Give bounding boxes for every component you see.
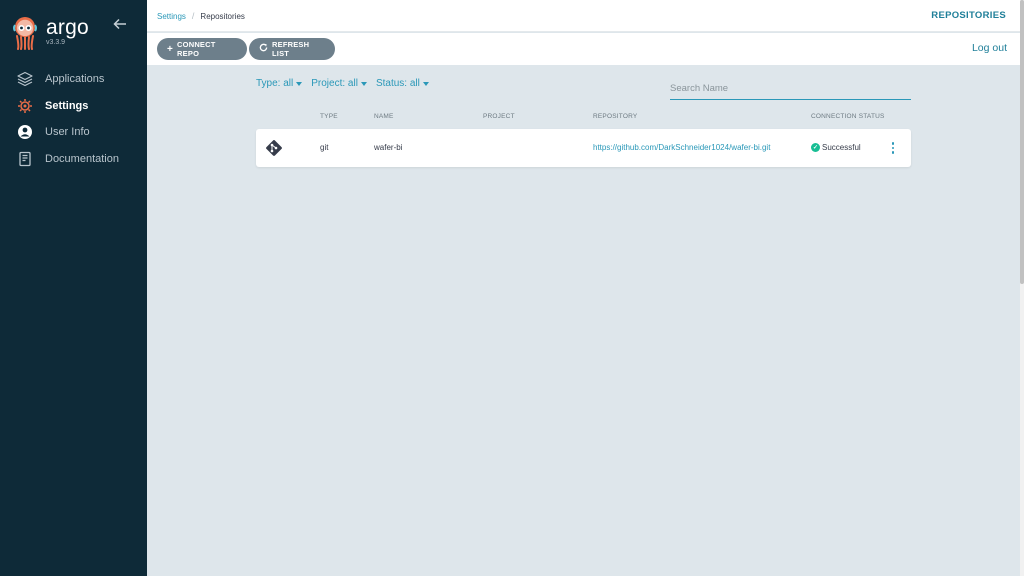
refresh-icon — [259, 43, 268, 55]
sidebar-item-documentation[interactable]: Documentation — [0, 146, 147, 172]
breadcrumb-settings-link[interactable]: Settings — [157, 12, 186, 21]
git-icon — [266, 140, 282, 156]
sidebar-nav: Applications Settings User Info Document… — [0, 66, 147, 172]
type-filter-dropdown[interactable]: Type: all — [256, 78, 303, 89]
breadcrumb-separator: / — [191, 11, 195, 21]
caret-down-icon — [422, 81, 429, 86]
column-header-repository: REPOSITORY — [593, 113, 638, 120]
status-filter-dropdown[interactable]: Status: all — [376, 78, 429, 89]
connection-status: ✓ Successful — [811, 143, 861, 152]
status-filter-label: Status: all — [375, 78, 420, 89]
top-bar: Settings / Repositories REPOSITORIES — [147, 0, 1020, 32]
type-filter-label: Type: all — [256, 78, 294, 89]
search-name-input[interactable] — [670, 78, 911, 100]
sidebar-item-label: Applications — [45, 73, 105, 85]
sidebar-item-label: User Info — [45, 126, 90, 138]
repo-url-link[interactable]: https://github.com/DarkSchneider1024/waf… — [593, 143, 770, 152]
gears-icon — [15, 96, 34, 115]
toolbar: + CONNECT REPO REFRESH LIST Log out — [147, 33, 1020, 65]
breadcrumb-current: Repositories — [200, 11, 245, 21]
connection-status-label: Successful — [822, 143, 861, 152]
row-actions-menu-icon[interactable] — [889, 140, 897, 156]
user-circle-icon — [15, 123, 34, 142]
layers-icon — [15, 70, 34, 89]
column-header-name: NAME — [374, 113, 394, 120]
argo-logo — [13, 17, 37, 50]
sidebar-item-applications[interactable]: Applications — [0, 66, 147, 92]
repo-type: git — [320, 143, 329, 152]
version-label: v3.3.9 — [46, 39, 66, 46]
sidebar-item-label: Settings — [45, 99, 89, 112]
column-header-project: PROJECT — [483, 113, 515, 120]
sidebar-item-user-info[interactable]: User Info — [0, 119, 147, 145]
logout-link[interactable]: Log out — [972, 42, 1007, 54]
plus-icon: + — [167, 43, 174, 55]
brand-name: argo — [46, 16, 89, 39]
table-row[interactable]: git wafer-bi https://github.com/DarkSchn… — [256, 129, 911, 167]
refresh-list-button[interactable]: REFRESH LIST — [249, 38, 335, 60]
project-filter-dropdown[interactable]: Project: all — [311, 78, 367, 89]
sidebar-item-label: Documentation — [45, 152, 119, 165]
page-title: REPOSITORIES — [931, 10, 1006, 21]
sidebar-item-settings[interactable]: Settings — [0, 93, 147, 119]
table-header: TYPE NAME PROJECT REPOSITORY CONNECTION … — [256, 113, 911, 123]
connect-repo-label: CONNECT REPO — [177, 40, 216, 58]
column-header-connection-status: CONNECTION STATUS — [811, 113, 885, 120]
project-filter-label: Project: all — [311, 78, 358, 89]
refresh-list-label: REFRESH LIST — [272, 40, 310, 58]
scrollbar-track[interactable] — [1020, 0, 1024, 576]
column-header-type: TYPE — [320, 113, 338, 120]
breadcrumb: Settings / Repositories — [157, 11, 245, 21]
scrollbar-thumb[interactable] — [1020, 0, 1024, 284]
repo-name: wafer-bi — [374, 143, 403, 152]
caret-down-icon — [296, 81, 303, 86]
filter-bar: Type: all Project: all Status: all — [256, 78, 438, 89]
collapse-sidebar-icon[interactable] — [113, 17, 131, 33]
sidebar: argo v3.3.9 Applications Settings User I… — [0, 0, 147, 576]
caret-down-icon — [360, 81, 367, 86]
check-circle-icon: ✓ — [811, 143, 820, 152]
connect-repo-button[interactable]: + CONNECT REPO — [157, 38, 247, 60]
book-icon — [15, 149, 34, 168]
